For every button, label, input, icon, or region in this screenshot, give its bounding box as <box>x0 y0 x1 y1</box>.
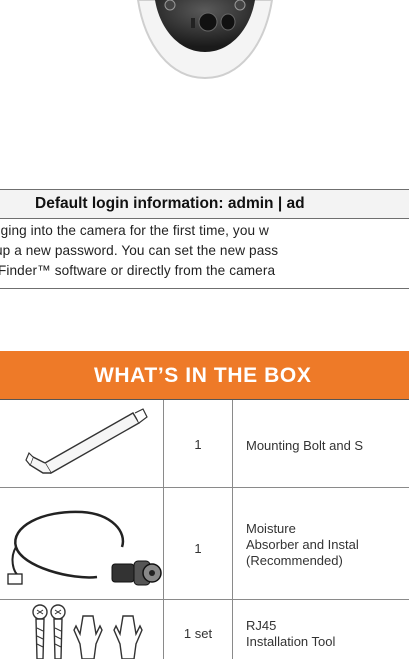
cable-icon <box>7 510 162 586</box>
item-label: Mounting Bolt and S <box>246 438 363 454</box>
notice-line: up a new password. You can set the new p… <box>0 243 279 258</box>
whats-in-box-title: WHAT’S IN THE BOX <box>94 364 312 387</box>
item-label-line: Installation Tool <box>246 634 336 649</box>
item-label: RJ45 Installation Tool <box>246 618 335 650</box>
screws-anchors-icon <box>32 604 143 659</box>
item-label-line: (Recommended) <box>246 553 343 568</box>
item-label-line: RJ45 <box>246 618 277 633</box>
table-row-divider <box>0 487 409 488</box>
default-login-box: Default login information: admin | ad <box>0 189 409 219</box>
camera-dome-image <box>136 0 274 80</box>
item-label-line: Absorber and Instal <box>246 537 359 552</box>
notice-line: Finder™ software or directly from the ca… <box>0 263 276 278</box>
default-login-text: Default login information: admin | ad <box>35 195 305 212</box>
whats-in-box-header: WHAT’S IN THE BOX <box>0 351 409 399</box>
item-quantity: 1 <box>194 437 202 452</box>
item-quantity: 1 set <box>183 626 213 641</box>
password-notice: gging into the camera for the first time… <box>0 219 409 289</box>
item-label-line: Moisture <box>246 521 296 536</box>
item-label: Moisture Absorber and Instal (Recommende… <box>246 521 359 569</box>
notice-line: gging into the camera for the first time… <box>0 223 269 238</box>
item-label-line: Mounting Bolt and S <box>246 438 364 453</box>
hex-key-icon <box>25 408 148 474</box>
box-contents-table: 1 Mounting Bolt and S 1 Moisture Absorbe… <box>0 399 409 659</box>
table-column-divider <box>232 400 233 659</box>
table-row-divider <box>0 599 409 600</box>
item-quantity: 1 <box>194 541 202 556</box>
